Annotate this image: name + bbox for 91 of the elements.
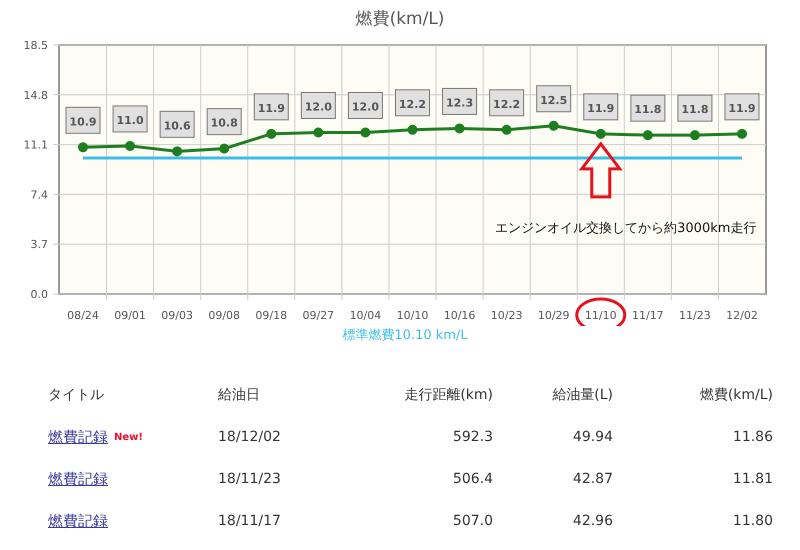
data-point (548, 120, 559, 131)
x-tick-label: 09/18 (255, 309, 288, 322)
data-label: 11.9 (587, 102, 614, 115)
data-label: 12.2 (398, 98, 426, 111)
data-point (172, 146, 182, 156)
data-point (454, 123, 465, 134)
new-label: New! (114, 432, 143, 442)
legend-label: 標準燃費10.10 km/L (342, 327, 468, 345)
x-tick-label: 08/24 (67, 309, 99, 322)
x-tick-label: 09/01 (114, 309, 146, 322)
column-header: タイトル (48, 386, 104, 404)
x-tick-label: 10/16 (444, 309, 476, 322)
value-label: 12.0 (348, 92, 383, 119)
y-tick-label: 14.8 (24, 88, 48, 102)
column-header: 給油量(L) (552, 386, 613, 404)
table-cell: 18/11/23 (218, 471, 281, 487)
x-tick-label: 09/03 (161, 309, 193, 322)
data-label: 10.6 (164, 119, 192, 132)
x-tick-label: 10/10 (396, 309, 428, 322)
value-label: 11.8 (630, 94, 666, 122)
y-tick-label: 3.7 (30, 238, 48, 252)
data-label: 12.3 (446, 96, 474, 110)
value-label: 12.0 (300, 92, 336, 119)
table-cell: 592.3 (452, 429, 493, 445)
value-label: 12.2 (395, 89, 430, 116)
value-label: 12.2 (489, 89, 524, 116)
x-tick-label: 12/02 (726, 309, 758, 322)
record-link[interactable]: 燃費記録 (48, 512, 108, 530)
annotation-text: エンジンオイル交換してから約3000km走行 (495, 221, 756, 236)
table-cell: 42.96 (572, 513, 613, 529)
table-cell: 49.94 (572, 429, 613, 445)
value-label: 11.0 (112, 105, 148, 132)
value-label: 10.9 (66, 106, 100, 134)
data-point (266, 128, 276, 139)
value-label: 10.8 (206, 108, 242, 136)
data-label: 12.0 (304, 100, 332, 114)
data-point (736, 128, 747, 139)
value-label: 12.3 (442, 88, 478, 115)
up-arrow-icon (578, 141, 623, 198)
value-label: 12.5 (536, 85, 572, 112)
value-label: 11.8 (677, 94, 712, 122)
table-cell: 18/11/17 (218, 513, 281, 529)
table-cell: 11.81 (732, 471, 773, 487)
column-header: 給油日 (218, 386, 260, 404)
value-label: 10.6 (160, 110, 195, 138)
x-tick-label: 09/08 (208, 309, 240, 322)
data-point (219, 144, 230, 154)
column-header: 燃費(km/L) (700, 386, 773, 404)
data-label: 10.8 (210, 116, 238, 130)
data-point (125, 140, 136, 151)
data-label: 12.5 (540, 94, 568, 107)
data-label: 10.9 (69, 115, 97, 128)
data-label: 11.0 (116, 114, 144, 127)
data-point (360, 127, 370, 138)
data-label: 11.9 (258, 102, 285, 115)
data-label: 12.2 (493, 98, 520, 111)
data-label: 11.9 (728, 102, 756, 115)
x-tick-label: 10/23 (490, 309, 522, 322)
data-point (408, 124, 418, 135)
x-tick-label: 11/17 (632, 309, 664, 322)
table-cell: 11.86 (732, 429, 773, 445)
x-tick-label: 11/23 (679, 309, 711, 322)
data-point (502, 124, 512, 135)
y-tick-label: 7.4 (30, 188, 48, 202)
x-tick-label: 09/27 (302, 309, 334, 322)
y-tick-label: 0.0 (30, 288, 48, 301)
data-label: 11.8 (634, 103, 662, 116)
table-cell: 11.80 (732, 513, 773, 529)
table-cell: 506.4 (452, 471, 493, 487)
x-tick-label: 10/04 (350, 309, 382, 322)
y-tick-label: 11.1 (24, 138, 48, 152)
data-point (313, 127, 324, 138)
value-label: 11.9 (254, 93, 289, 120)
table-cell: 507.0 (452, 513, 493, 529)
data-point (642, 130, 653, 140)
value-label: 11.9 (724, 93, 760, 120)
table-cell: 18/12/02 (218, 429, 281, 445)
data-point (596, 128, 606, 139)
data-label: 12.0 (352, 100, 380, 114)
value-label: 11.9 (583, 93, 618, 120)
record-link[interactable]: 燃費記録 (48, 428, 108, 446)
x-tick-label: 11/10 (584, 309, 617, 322)
data-label: 11.8 (681, 103, 708, 116)
data-point (78, 142, 88, 152)
table-cell: 42.87 (572, 471, 613, 487)
x-tick-label: 10/29 (538, 309, 570, 322)
data-point (690, 130, 700, 140)
y-tick-label: 18.5 (24, 39, 48, 52)
column-header: 走行距離(km) (404, 386, 493, 404)
chart-title: 燃費(km/L) (356, 8, 444, 30)
record-link[interactable]: 燃費記録 (48, 470, 108, 488)
